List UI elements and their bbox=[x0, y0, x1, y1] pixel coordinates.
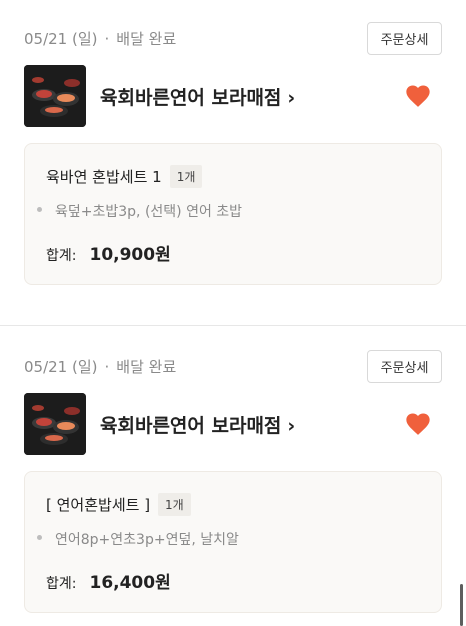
order-date: 05/21 (일) bbox=[24, 358, 98, 376]
total-value: 10,900원 bbox=[89, 245, 171, 265]
heart-icon[interactable] bbox=[404, 410, 432, 438]
menu-item: [ 연어혼밥세트 ] 1개 bbox=[46, 493, 191, 516]
order-detail-button[interactable]: 주문상세 bbox=[367, 350, 442, 383]
order-items-card: 육바연 혼밥세트 1 1개 육덮+초밥3p, (선택) 연어 초밥 합계: 10… bbox=[24, 143, 442, 285]
order-total: 합계: 10,900원 bbox=[46, 240, 171, 265]
store-name: 육회바른연어 보라매점 bbox=[100, 87, 282, 109]
order-status: 배달 완료 bbox=[116, 358, 177, 376]
order-meta: 05/21 (일) · 배달 완료 bbox=[24, 28, 176, 49]
total-value: 16,400원 bbox=[89, 573, 171, 593]
menu-item: 육바연 혼밥세트 1 1개 bbox=[46, 165, 203, 188]
meta-separator: · bbox=[104, 358, 110, 376]
chevron-right-icon: › bbox=[287, 415, 296, 437]
menu-option-text: 육덮+초밥3p, (선택) 연어 초밥 bbox=[55, 204, 243, 220]
menu-option: 육덮+초밥3p, (선택) 연어 초밥 bbox=[37, 201, 243, 221]
order-status: 배달 완료 bbox=[116, 30, 177, 48]
chevron-right-icon: › bbox=[287, 87, 296, 109]
store-name: 육회바른연어 보라매점 bbox=[100, 415, 282, 437]
bullet-icon bbox=[37, 535, 42, 540]
order-detail-button[interactable]: 주문상세 bbox=[367, 22, 442, 55]
store-thumbnail[interactable] bbox=[24, 65, 86, 127]
order-meta: 05/21 (일) · 배달 완료 bbox=[24, 356, 176, 377]
meta-separator: · bbox=[104, 30, 110, 48]
store-name-link[interactable]: 육회바른연어 보라매점 › bbox=[100, 411, 295, 438]
menu-option-text: 연어8p+연초3p+연덮, 날치알 bbox=[55, 532, 239, 548]
order-total: 합계: 16,400원 bbox=[46, 568, 171, 593]
store-thumbnail[interactable] bbox=[24, 393, 86, 455]
quantity-badge: 1개 bbox=[158, 493, 191, 516]
menu-item-name: 육바연 혼밥세트 1 bbox=[46, 168, 162, 186]
section-divider bbox=[0, 325, 466, 326]
quantity-badge: 1개 bbox=[169, 165, 203, 188]
bullet-icon bbox=[37, 207, 42, 212]
menu-item-name: [ 연어혼밥세트 ] bbox=[46, 496, 151, 514]
total-label: 합계: bbox=[46, 248, 77, 264]
menu-option: 연어8p+연초3p+연덮, 날치알 bbox=[37, 529, 239, 549]
order-items-card: [ 연어혼밥세트 ] 1개 연어8p+연초3p+연덮, 날치알 합계: 16,4… bbox=[24, 471, 442, 613]
order-date: 05/21 (일) bbox=[24, 30, 98, 48]
store-name-link[interactable]: 육회바른연어 보라매점 › bbox=[100, 83, 295, 110]
total-label: 합계: bbox=[46, 576, 77, 592]
heart-icon[interactable] bbox=[404, 82, 432, 110]
scrollbar[interactable] bbox=[460, 584, 463, 626]
